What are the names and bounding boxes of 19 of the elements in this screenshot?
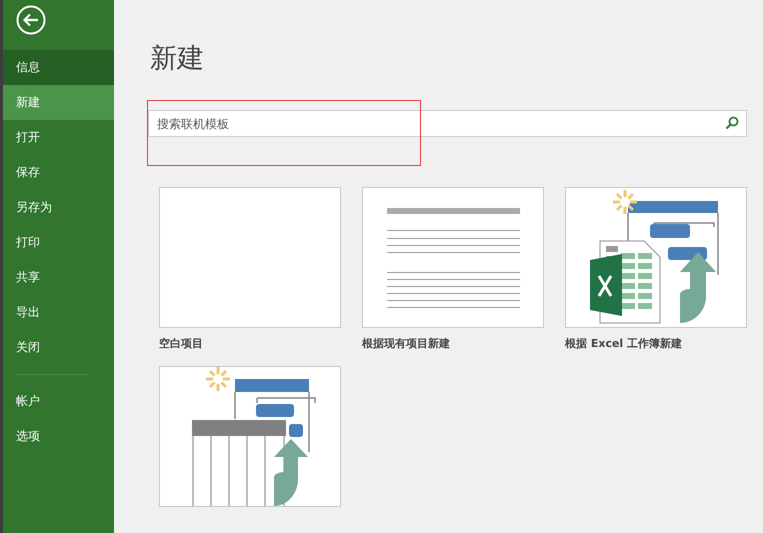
search-icon[interactable] [725, 116, 739, 130]
template-label: 根据 Excel 工作簿新建 [565, 336, 684, 351]
sidebar-item[interactable]: 保存 [3, 155, 114, 190]
template-thumbnail[interactable] [159, 187, 341, 328]
search-field[interactable]: 搜索联机模板 [148, 110, 747, 137]
sidebar-item[interactable]: 共享 [3, 260, 114, 295]
sidebar-item[interactable]: 新建 [3, 85, 114, 120]
sidebar-item[interactable]: 打印 [3, 225, 114, 260]
sidebar-item[interactable]: 帐户 [3, 384, 114, 419]
sidebar-item[interactable]: 导出 [3, 295, 114, 330]
sidebar-item[interactable]: 打开 [3, 120, 114, 155]
sidebar-item[interactable]: 信息 [3, 50, 114, 85]
template-thumbnail[interactable] [362, 187, 544, 328]
template-label: 根据现有项目新建 [362, 336, 451, 351]
sidebar-item[interactable]: 选项 [3, 419, 114, 454]
page-title: 新建 [150, 42, 205, 76]
sidebar-item[interactable]: 另存为 [3, 190, 114, 225]
sidebar-item[interactable]: 关闭 [3, 330, 114, 365]
template-label: 空白项目 [159, 336, 204, 351]
